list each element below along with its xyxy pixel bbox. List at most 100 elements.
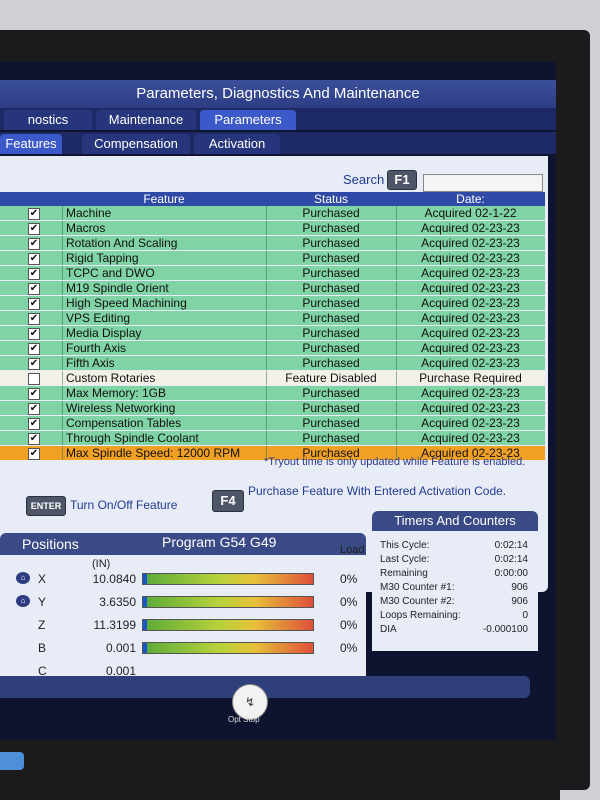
table-row[interactable]: ✔ Media Display Purchased Acquired 02-23-23: [0, 326, 545, 340]
feature-status: Feature Disabled: [285, 371, 377, 385]
feature-checkbox[interactable]: ✔: [28, 343, 40, 355]
table-row[interactable]: ✔ Machine Purchased Acquired 02-1-22: [0, 206, 545, 220]
table-header: Feature Status Date:: [0, 192, 545, 206]
feature-checkbox[interactable]: ✔: [28, 433, 40, 445]
divider: [62, 296, 63, 310]
table-row[interactable]: ✔ VPS Editing Purchased Acquired 02-23-23: [0, 311, 545, 325]
feature-name: Macros: [66, 221, 106, 235]
divider: [62, 386, 63, 400]
tab-activation[interactable]: Activation: [194, 134, 280, 154]
divider: [266, 431, 267, 445]
divider: [62, 401, 63, 415]
feature-date: Acquired 02-23-23: [421, 326, 520, 340]
f1-key[interactable]: F1: [387, 170, 417, 190]
table-row[interactable]: ✔ Max Memory: 1GB Purchased Acquired 02-23-…: [0, 386, 545, 400]
search-label: Search: [343, 172, 385, 187]
opt-stop-icon: ↯: [244, 695, 256, 709]
page-title: Parameters, Diagnostics And Maintenance: [0, 80, 556, 108]
timer-value: 906: [511, 596, 528, 607]
table-row[interactable]: ✔ Fifth Axis Purchased Acquired 02-23-23: [0, 356, 545, 370]
bezel-bottom: [0, 740, 560, 800]
feature-checkbox[interactable]: ✔: [28, 403, 40, 415]
load-header: Load: [340, 544, 365, 556]
feature-name: Machine: [66, 206, 112, 220]
feature-checkbox[interactable]: ✔: [28, 253, 40, 265]
feature-status: Purchased: [302, 221, 360, 235]
tab-maintenance[interactable]: Maintenance: [96, 110, 196, 130]
feature-status: Purchased: [302, 326, 360, 340]
timer-value: 0:02:14: [494, 540, 528, 551]
axis-load: 0%: [340, 595, 358, 609]
feature-checkbox[interactable]: ✔: [28, 313, 40, 325]
feature-checkbox[interactable]: ✔: [28, 238, 40, 250]
table-row[interactable]: ✔ M19 Spindle Orient Purchased Acquired 02-…: [0, 281, 545, 295]
axis-row: B 0.001 0%: [0, 637, 366, 659]
load-bar: [142, 596, 314, 608]
axis-label: B: [38, 641, 47, 655]
divider: [62, 431, 63, 445]
divider: [266, 416, 267, 430]
table-row[interactable]: ✔ Rigid Tapping Purchased Acquired 02-23-23: [0, 251, 545, 265]
feature-checkbox[interactable]: ✔: [28, 223, 40, 235]
table-row[interactable]: ✔ Rotation And Scaling Purchased Acquired 0…: [0, 236, 545, 250]
feature-checkbox[interactable]: ✔: [28, 298, 40, 310]
divider: [266, 371, 267, 385]
divider: [266, 341, 267, 355]
feature-name: Wireless Networking: [66, 401, 176, 415]
feature-name: Fifth Axis: [66, 356, 115, 370]
tab-diagnostics[interactable]: nostics: [4, 110, 92, 130]
axis-load: 0%: [340, 618, 358, 632]
feature-name: Max Spindle Speed: 12000 RPM: [66, 446, 241, 460]
table-row[interactable]: ✔ Compensation Tables Purchased Acquired 02…: [0, 416, 545, 430]
table-row[interactable]: ✔ Through Spindle Coolant Purchased Acquire…: [0, 431, 545, 445]
axis-value: 11.3199: [93, 618, 137, 632]
divider: [266, 296, 267, 310]
feature-date: Acquired 02-23-23: [421, 401, 520, 415]
table-row[interactable]: ✔ Fourth Axis Purchased Acquired 02-23-23: [0, 341, 545, 355]
positions-title: Positions: [22, 536, 79, 552]
divider: [396, 281, 397, 295]
timer-label: This Cycle:: [380, 540, 430, 551]
tab-parameters[interactable]: Parameters: [200, 110, 296, 130]
search-input[interactable]: [423, 174, 543, 192]
table-row[interactable]: ✔ TCPC and DWO Purchased Acquired 02-23-23: [0, 266, 545, 280]
divider: [396, 311, 397, 325]
axis-value: 3.6350: [99, 595, 136, 609]
feature-checkbox[interactable]: ✔: [28, 208, 40, 220]
feature-date: Acquired 02-23-23: [421, 356, 520, 370]
feature-checkbox[interactable]: ✔: [28, 328, 40, 340]
table-row[interactable]: ✔ Wireless Networking Purchased Acquired 02…: [0, 401, 545, 415]
axis-label: Z: [38, 618, 46, 632]
feature-checkbox[interactable]: ✔: [28, 448, 40, 460]
feature-checkbox[interactable]: ✔: [28, 268, 40, 280]
divider: [62, 416, 63, 430]
feature-checkbox[interactable]: [28, 373, 40, 385]
divider: [266, 281, 267, 295]
table-row[interactable]: ✔ Macros Purchased Acquired 02-23-23: [0, 221, 545, 235]
divider: [266, 221, 267, 235]
timer-row: M30 Counter #1: 906: [380, 582, 528, 593]
enter-key[interactable]: ENTER: [26, 496, 66, 516]
table-row[interactable]: ✔ High Speed Machining Purchased Acquired 0…: [0, 296, 545, 310]
divider: [396, 296, 397, 310]
feature-date: Acquired 02-23-23: [421, 266, 520, 280]
divider: [396, 326, 397, 340]
header-feature: Feature: [143, 192, 185, 206]
divider: [266, 236, 267, 250]
divider: [396, 236, 397, 250]
tab-compensation[interactable]: Compensation: [82, 134, 190, 154]
divider: [396, 341, 397, 355]
feature-date: Acquired 02-23-23: [421, 221, 520, 235]
feature-checkbox[interactable]: ✔: [28, 358, 40, 370]
feature-checkbox[interactable]: ✔: [28, 283, 40, 295]
feature-checkbox[interactable]: ✔: [28, 388, 40, 400]
timer-value: 0:00:00: [494, 568, 528, 579]
timer-value: 906: [511, 582, 528, 593]
tab-features[interactable]: Features: [0, 134, 62, 154]
timer-row: Remaining 0:00:00: [380, 568, 528, 579]
timer-value: 0: [522, 610, 528, 621]
feature-date: Acquired 02-23-23: [421, 236, 520, 250]
f4-key[interactable]: F4: [212, 490, 244, 512]
table-row[interactable]: Custom Rotaries Feature Disabled Purchase …: [0, 371, 545, 385]
feature-checkbox[interactable]: ✔: [28, 418, 40, 430]
